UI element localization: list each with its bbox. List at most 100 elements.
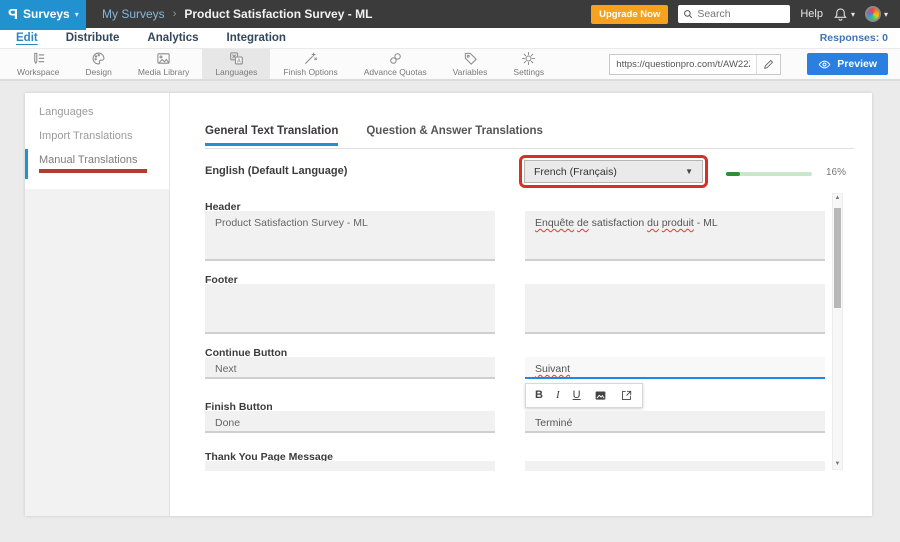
toolbar-item-languages[interactable]: ALanguages: [202, 49, 270, 79]
breadcrumb-parent[interactable]: My Surveys: [102, 7, 165, 21]
thank-you-page-message-source-field[interactable]: [205, 461, 495, 471]
avatar: [865, 6, 881, 22]
tab-question-answer-translations[interactable]: Question & Answer Translations: [366, 125, 543, 146]
translation-progress-bar: [726, 172, 812, 176]
toolbar-item-label: Media Library: [138, 67, 190, 77]
thank-you-page-message-translation-field[interactable]: [525, 461, 825, 471]
svg-text:A: A: [237, 58, 241, 64]
translation-progress-percent: 16%: [826, 167, 846, 178]
eye-icon: [818, 58, 831, 71]
toolbar-item-variables[interactable]: Variables: [440, 49, 501, 79]
toolbar-item-label: Design: [85, 67, 111, 77]
breadcrumb-current: Product Satisfaction Survey - ML: [184, 7, 372, 21]
annotation-highlight: French (Français) ▼: [519, 155, 708, 188]
primary-nav: Edit Distribute Analytics Integration Respo…: [0, 28, 900, 49]
vertical-scrollbar[interactable]: ▲ ▼: [832, 193, 843, 470]
pencil-icon: [763, 59, 774, 70]
scroll-down-icon[interactable]: ▼: [833, 460, 842, 469]
toolbar-items: Workspace Design Media Library ALanguages Fi…: [4, 49, 557, 79]
chevron-down-icon: ▾: [851, 10, 855, 19]
image-icon: [594, 389, 607, 402]
misspelled-word: produit: [662, 217, 694, 229]
misspelled-word: du: [647, 217, 659, 229]
finish-button-source-field[interactable]: Done: [205, 411, 495, 433]
finish-button-translation-field[interactable]: Terminé: [525, 411, 825, 433]
toolbar-item-design[interactable]: Design: [72, 49, 124, 79]
survey-url-input[interactable]: [610, 59, 756, 70]
chevron-down-icon: ▼: [685, 167, 693, 176]
nav-item-analytics[interactable]: Analytics: [147, 32, 198, 44]
toolbar-item-label: Variables: [453, 67, 488, 77]
external-link-button[interactable]: [620, 389, 633, 402]
sidebar-item-label: Manual Translations: [39, 154, 137, 166]
help-link[interactable]: Help: [800, 8, 823, 20]
sidebar-filler: [25, 189, 169, 516]
page-background: Languages Import Translations Manual Trans…: [0, 81, 900, 542]
sidebar-item-label: Import Translations: [39, 130, 133, 142]
nav-item-edit[interactable]: Edit: [16, 32, 38, 44]
search-input[interactable]: [697, 8, 785, 20]
tabs-divider: [205, 148, 854, 149]
product-menu-label: Surveys: [23, 7, 70, 21]
advance-quotas-icon: [388, 51, 403, 66]
translations-card: Languages Import Translations Manual Trans…: [25, 93, 872, 516]
footer-source-field[interactable]: [205, 284, 495, 334]
toolbar-item-settings[interactable]: Settings: [500, 49, 557, 79]
design-icon: [91, 51, 106, 66]
source-language-label: English (Default Language): [205, 165, 347, 177]
text-format-toolbar: BIU: [525, 383, 643, 408]
toolbar-item-media-library[interactable]: Media Library: [125, 49, 203, 79]
underline-button[interactable]: U: [573, 390, 581, 401]
image-button[interactable]: [594, 389, 607, 402]
bold-button[interactable]: B: [535, 390, 543, 401]
product-menu[interactable]: P Surveys ▾: [0, 0, 86, 28]
continue-button-translation-field[interactable]: Suivant: [525, 357, 825, 379]
preview-button[interactable]: Preview: [807, 53, 888, 75]
chevron-down-icon: ▾: [75, 10, 79, 19]
target-language-value: French (Français): [534, 166, 617, 178]
toolbar-item-label: Finish Options: [283, 67, 337, 77]
toolbar-item-finish-options[interactable]: Finish Options: [270, 49, 350, 79]
upgrade-now-button[interactable]: Upgrade Now: [591, 5, 668, 24]
nav-item-integration[interactable]: Integration: [227, 32, 286, 44]
survey-toolbar: Workspace Design Media Library ALanguages Fi…: [0, 49, 900, 81]
account-menu[interactable]: ▾: [865, 6, 888, 22]
translations-sidebar: Languages Import Translations Manual Trans…: [25, 93, 170, 516]
sidebar-item-label: Languages: [39, 106, 93, 118]
sidebar-item-languages[interactable]: Languages: [25, 98, 169, 122]
primary-nav-links: Edit Distribute Analytics Integration: [0, 32, 286, 44]
sidebar-item-manual-translations[interactable]: Manual Translations: [25, 146, 169, 177]
header-source-field[interactable]: Product Satisfaction Survey - ML: [205, 211, 495, 261]
toolbar-item-label: Workspace: [17, 67, 59, 77]
responses-count[interactable]: Responses: 0: [820, 32, 900, 44]
media-library-icon: [156, 51, 171, 66]
italic-button[interactable]: I: [556, 390, 560, 401]
toolbar-item-label: Settings: [513, 67, 544, 77]
survey-url-box: [609, 54, 781, 75]
sidebar-item-import-translations[interactable]: Import Translations: [25, 122, 169, 146]
nav-item-distribute[interactable]: Distribute: [66, 32, 120, 44]
toolbar-item-advance-quotas[interactable]: Advance Quotas: [351, 49, 440, 79]
footer-translation-field[interactable]: [525, 284, 825, 334]
scrollbar-thumb[interactable]: [834, 208, 841, 308]
target-language-dropdown[interactable]: French (Français) ▼: [524, 160, 703, 183]
toolbar-item-workspace[interactable]: Workspace: [4, 49, 72, 79]
questionpro-logo-icon: P: [8, 6, 18, 23]
preview-label: Preview: [837, 58, 877, 70]
global-search[interactable]: [678, 5, 790, 23]
manual-translations-panel: General Text Translation Question & Answe…: [170, 93, 872, 516]
external-link-icon: [620, 389, 633, 402]
edit-url-button[interactable]: [756, 55, 780, 74]
misspelled-word: de: [577, 217, 589, 229]
topbar-actions: Upgrade Now Help ▾ ▾: [591, 5, 900, 24]
bell-icon: [833, 7, 848, 22]
notifications-menu[interactable]: ▾: [833, 7, 855, 22]
translation-progress-fill: [726, 172, 740, 176]
scroll-up-icon[interactable]: ▲: [833, 194, 842, 203]
continue-button-source-field[interactable]: Next: [205, 357, 495, 379]
tab-general-text-translation[interactable]: General Text Translation: [205, 125, 338, 146]
header-translation-field[interactable]: Enquête de satisfaction du produit - ML: [525, 211, 825, 261]
finish-options-icon: [303, 51, 318, 66]
misspelled-word: Suivant: [535, 363, 570, 375]
chevron-down-icon: ▾: [884, 10, 888, 19]
